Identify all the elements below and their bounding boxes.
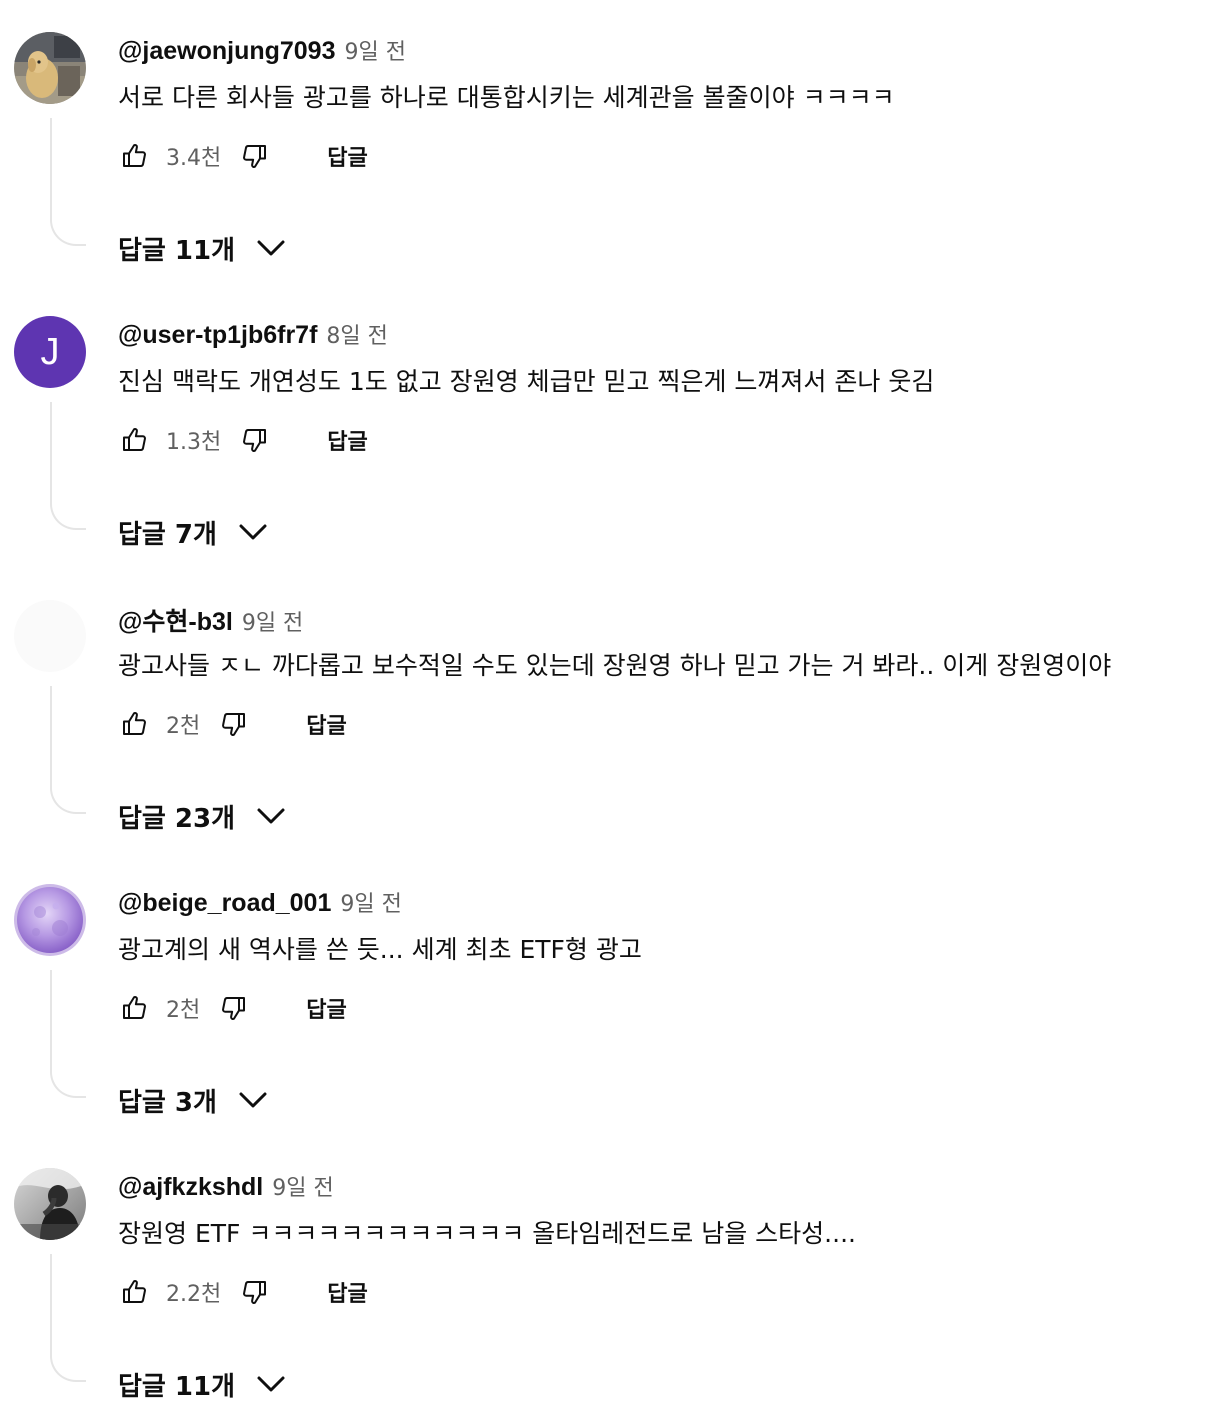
avatar-photo-bw-person: [14, 1168, 86, 1240]
thumbs-down-icon: [243, 145, 267, 168]
avatar[interactable]: [14, 600, 86, 672]
comment-timestamp[interactable]: 8일 전: [326, 318, 387, 350]
comment-timestamp[interactable]: 9일 전: [345, 34, 406, 66]
comment-actions: 3.4천 답글: [118, 138, 368, 174]
like-count: 2천: [166, 998, 201, 1023]
replies-count-label: 답글 7개: [118, 519, 217, 550]
thumbs-up-icon: [123, 996, 146, 1019]
like-button[interactable]: [118, 991, 150, 1025]
dislike-button[interactable]: [239, 139, 271, 173]
comment-actions: 2.2천 답글: [118, 1274, 368, 1310]
reply-button[interactable]: 답글: [327, 1276, 367, 1308]
comment-thread: @jaewonjung7093 9일 전 서로 다른 회사들 광고를 하나로 대…: [0, 0, 1212, 284]
comment-thread: @beige_road_001 9일 전 광고계의 새 역사를 쓴 듯... 세…: [0, 852, 1212, 1136]
replies-count-label: 답글 11개: [118, 1371, 235, 1402]
like-button[interactable]: [118, 423, 150, 457]
comment-header: @jaewonjung7093 9일 전: [118, 34, 406, 66]
dislike-button[interactable]: [218, 991, 250, 1025]
chevron-down-icon: [255, 800, 287, 832]
thread-connector-line: [50, 686, 86, 814]
thumbs-down-icon: [222, 997, 246, 1020]
reply-button[interactable]: 답글: [327, 140, 367, 172]
replies-count-label: 답글 23개: [118, 803, 235, 834]
chevron-down-icon: [255, 232, 287, 264]
thread-connector-line: [50, 1254, 86, 1382]
thumbs-down-icon: [243, 1281, 267, 1304]
like-button[interactable]: [118, 139, 150, 173]
chevron-down-icon: [255, 1368, 287, 1400]
comment-thread: @ajfkzkshdl 9일 전 장원영 ETF ㅋㅋㅋㅋㅋㅋㅋㅋㅋㅋㅋㅋ 올타…: [0, 1136, 1212, 1420]
thread-connector-line: [50, 402, 86, 530]
thumbs-up-icon: [123, 144, 146, 167]
chevron-down-icon: [237, 516, 269, 548]
reply-button[interactable]: 답글: [306, 708, 346, 740]
comment-text: 광고사들 ㅈㄴ 까다롭고 보수적일 수도 있는데 장원영 하나 믿고 가는 거 …: [118, 651, 1112, 680]
like-count: 3.4천: [166, 146, 222, 171]
reply-button[interactable]: 답글: [306, 992, 346, 1024]
thread-connector-line: [50, 970, 86, 1098]
avatar-photo-purple-moon: [14, 884, 86, 956]
like-count: 1.3천: [166, 430, 222, 455]
avatar[interactable]: [14, 1168, 86, 1240]
dislike-button[interactable]: [239, 423, 271, 457]
replies-count-label: 답글 11개: [118, 235, 235, 266]
like-button[interactable]: [118, 707, 150, 741]
comment-text: 서로 다른 회사들 광고를 하나로 대통합시키는 세계관을 볼줄이야 ㅋㅋㅋㅋ: [118, 83, 895, 112]
comment-timestamp[interactable]: 9일 전: [242, 605, 303, 637]
thumbs-up-icon: [123, 428, 146, 451]
comment-text: 장원영 ETF ㅋㅋㅋㅋㅋㅋㅋㅋㅋㅋㅋㅋ 올타임레전드로 남을 스타성....: [118, 1219, 856, 1248]
comment-author[interactable]: @beige_road_001: [118, 889, 331, 918]
avatar-letter: J: [40, 330, 60, 373]
comment-author[interactable]: @user-tp1jb6fr7f: [118, 321, 317, 350]
thumbs-down-icon: [222, 713, 246, 736]
dislike-button[interactable]: [218, 707, 250, 741]
comment-actions: 1.3천 답글: [118, 422, 368, 458]
comment-header: @user-tp1jb6fr7f 8일 전: [118, 318, 388, 350]
avatar-photo-dog: [14, 32, 86, 104]
like-button[interactable]: [118, 1275, 150, 1309]
reply-button[interactable]: 답글: [327, 424, 367, 456]
avatar[interactable]: [14, 32, 86, 104]
view-replies-button[interactable]: 답글 11개: [118, 228, 287, 268]
comment-timestamp[interactable]: 9일 전: [340, 886, 401, 918]
comment-timestamp[interactable]: 9일 전: [272, 1170, 333, 1202]
avatar-blank: [14, 600, 86, 672]
comment-actions: 2천 답글: [118, 706, 347, 742]
comment-header: @beige_road_001 9일 전: [118, 886, 402, 918]
view-replies-button[interactable]: 답글 11개: [118, 1364, 287, 1404]
comment-header: @ajfkzkshdl 9일 전: [118, 1170, 334, 1202]
comment-thread: @수현-b3l 9일 전 광고사들 ㅈㄴ 까다롭고 보수적일 수도 있는데 장원…: [0, 568, 1212, 852]
comment-actions: 2천 답글: [118, 990, 347, 1026]
like-count: 2천: [166, 714, 201, 739]
replies-count-label: 답글 3개: [118, 1087, 217, 1118]
dislike-button[interactable]: [239, 1275, 271, 1309]
comment-header: @수현-b3l 9일 전: [118, 602, 303, 637]
comment-author[interactable]: @jaewonjung7093: [118, 37, 336, 66]
avatar[interactable]: J: [14, 316, 86, 388]
thumbs-down-icon: [243, 429, 267, 452]
view-replies-button[interactable]: 답글 3개: [118, 1080, 269, 1120]
chevron-down-icon: [237, 1084, 269, 1116]
thumbs-up-icon: [123, 1280, 146, 1303]
comment-thread: J @user-tp1jb6fr7f 8일 전 진심 맥락도 개연성도 1도 없…: [0, 284, 1212, 568]
view-replies-button[interactable]: 답글 23개: [118, 796, 287, 836]
comment-text: 진심 맥락도 개연성도 1도 없고 장원영 체급만 믿고 찍은게 느껴져서 존나…: [118, 367, 935, 396]
comment-text: 광고계의 새 역사를 쓴 듯... 세계 최초 ETF형 광고: [118, 935, 642, 964]
comment-author[interactable]: @ajfkzkshdl: [118, 1173, 263, 1202]
thread-connector-line: [50, 118, 86, 246]
like-count: 2.2천: [166, 1282, 222, 1307]
comment-author[interactable]: @수현-b3l: [118, 602, 233, 638]
view-replies-button[interactable]: 답글 7개: [118, 512, 269, 552]
thumbs-up-icon: [123, 712, 146, 735]
avatar[interactable]: [14, 884, 86, 956]
